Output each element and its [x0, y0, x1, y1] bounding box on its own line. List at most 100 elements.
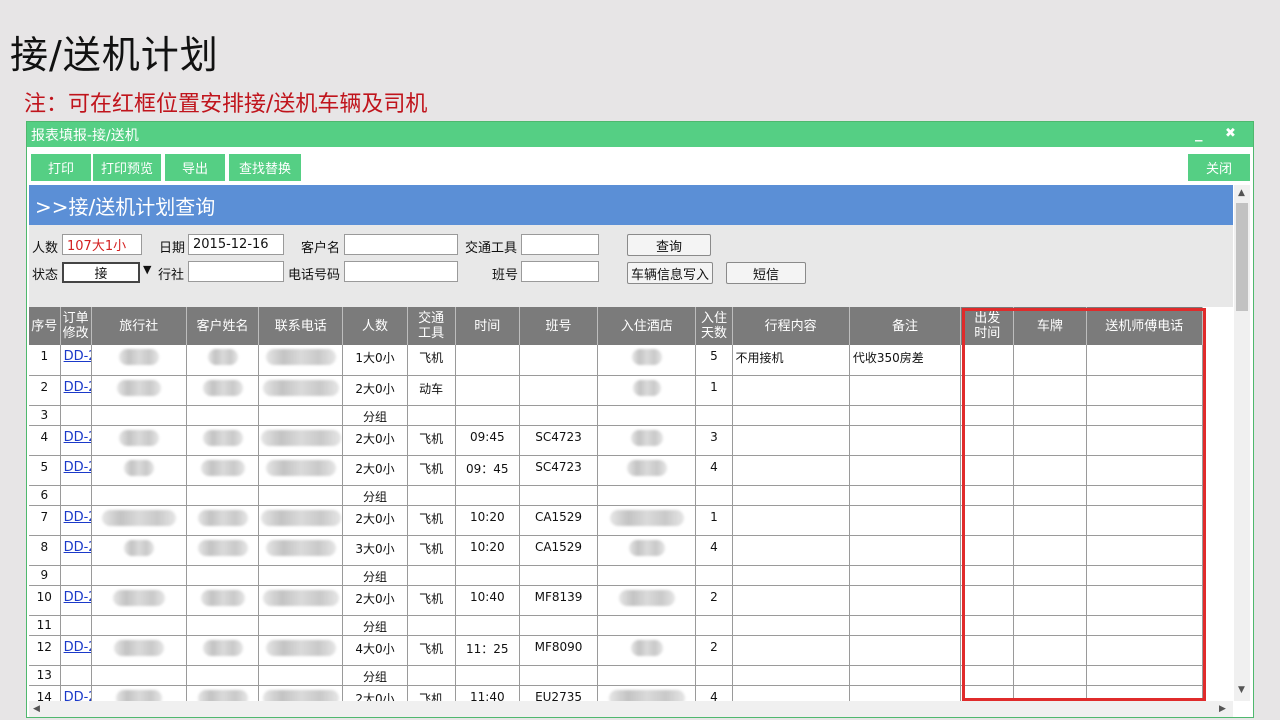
cell-itinerary[interactable] — [732, 375, 850, 406]
cell-driver-phone[interactable] — [1086, 455, 1204, 486]
print-preview-button[interactable]: 打印预览 — [93, 154, 161, 181]
header-customer[interactable]: 客户姓名 — [186, 307, 260, 345]
cell-remark[interactable] — [849, 685, 962, 701]
cell-remark[interactable] — [849, 535, 962, 566]
customer-field[interactable] — [344, 234, 458, 255]
cell-depart-time[interactable] — [960, 375, 1015, 406]
header-days[interactable]: 入住 天数 — [695, 307, 733, 345]
date-field[interactable]: 2015-12-16 — [188, 234, 284, 255]
horizontal-scrollbar[interactable]: ◀ ▶ — [29, 701, 1233, 717]
cell-agency[interactable] — [91, 405, 187, 426]
header-people[interactable]: 人数 — [342, 307, 408, 345]
cell-driver-phone[interactable] — [1086, 375, 1204, 406]
header-depart-time[interactable]: 出发 时间 — [960, 307, 1015, 345]
cell-itinerary[interactable] — [732, 635, 850, 666]
scroll-up-icon[interactable]: ▲ — [1238, 188, 1245, 198]
cell-empty[interactable] — [960, 565, 1015, 586]
cell-order[interactable]: DD-2 — [60, 505, 92, 536]
cell-flight[interactable]: MF8139 — [519, 585, 599, 616]
cell-hotel[interactable] — [597, 635, 697, 666]
cell-hotel[interactable] — [597, 685, 697, 701]
cell-flight[interactable] — [519, 375, 599, 406]
cell-group[interactable]: 分组 — [342, 565, 408, 586]
cell-empty[interactable] — [407, 665, 456, 686]
cell-itinerary[interactable] — [732, 425, 850, 456]
cell-remark[interactable] — [849, 425, 962, 456]
cell-time[interactable]: 11：25 — [455, 635, 520, 666]
cell-empty[interactable] — [695, 665, 733, 686]
header-time[interactable]: 时间 — [455, 307, 520, 345]
header-itinerary[interactable]: 行程内容 — [732, 307, 850, 345]
vehicle-info-write-button[interactable]: 车辆信息写入 — [627, 262, 713, 284]
group-row[interactable]: 3 分组 — [29, 405, 1204, 426]
cell-group[interactable]: 分组 — [342, 405, 408, 426]
cell-agency[interactable] — [91, 425, 187, 456]
header-transport[interactable]: 交通 工具 — [407, 307, 456, 345]
cell-empty[interactable] — [960, 665, 1015, 686]
cell-plate[interactable] — [1013, 635, 1087, 666]
cell-empty[interactable] — [695, 565, 733, 586]
cell-seq[interactable]: 3 — [29, 405, 61, 426]
cell-people[interactable]: 3大0小 — [342, 535, 408, 566]
cell-people[interactable]: 2大0小 — [342, 375, 408, 406]
cell-phone[interactable] — [258, 665, 344, 686]
cell-order[interactable]: DD-2 — [60, 425, 92, 456]
cell-flight[interactable]: CA1529 — [519, 535, 599, 566]
header-order[interactable]: 订单 修改 — [60, 307, 92, 345]
cell-plate[interactable] — [1013, 685, 1087, 701]
cell-phone[interactable] — [258, 375, 344, 406]
cell-customer[interactable] — [186, 585, 260, 616]
cell-depart-time[interactable] — [960, 345, 1015, 376]
cell-order[interactable] — [60, 485, 92, 506]
cell-plate[interactable] — [1013, 425, 1087, 456]
cell-seq[interactable]: 6 — [29, 485, 61, 506]
cell-order[interactable]: DD-2 — [60, 635, 92, 666]
table-row[interactable]: 2DD-2 2大0小动车 1 — [29, 375, 1204, 406]
cell-transport[interactable]: 飞机 — [407, 585, 456, 616]
cell-phone[interactable] — [258, 685, 344, 701]
cell-time[interactable]: 10:40 — [455, 585, 520, 616]
cell-time[interactable]: 09：45 — [455, 455, 520, 486]
table-row[interactable]: 4DD-2 2大0小飞机09:45SC4723 3 — [29, 425, 1204, 456]
cell-order[interactable]: DD-2 — [60, 345, 92, 376]
cell-plate[interactable] — [1013, 585, 1087, 616]
order-link[interactable]: DD-2 — [64, 540, 91, 555]
cell-flight[interactable]: SC4723 — [519, 425, 599, 456]
cell-hotel[interactable] — [597, 375, 697, 406]
order-link[interactable]: DD-2 — [64, 349, 91, 364]
cell-empty[interactable] — [732, 615, 850, 636]
group-row[interactable]: 6 分组 — [29, 485, 1204, 506]
group-row[interactable]: 9 分组 — [29, 565, 1204, 586]
cell-seq[interactable]: 7 — [29, 505, 61, 536]
cell-empty[interactable] — [597, 405, 697, 426]
cell-phone[interactable] — [258, 405, 344, 426]
cell-transport[interactable]: 飞机 — [407, 505, 456, 536]
cell-empty[interactable] — [732, 565, 850, 586]
cell-days[interactable]: 3 — [695, 425, 733, 456]
cell-itinerary[interactable] — [732, 535, 850, 566]
cell-days[interactable]: 5 — [695, 345, 733, 376]
cell-people[interactable]: 2大0小 — [342, 585, 408, 616]
cell-phone[interactable] — [258, 345, 344, 376]
cell-empty[interactable] — [1013, 485, 1087, 506]
cell-empty[interactable] — [695, 615, 733, 636]
minimize-icon[interactable]: _ — [1195, 124, 1203, 142]
cell-empty[interactable] — [597, 615, 697, 636]
cell-seq[interactable]: 2 — [29, 375, 61, 406]
cell-agency[interactable] — [91, 665, 187, 686]
cell-depart-time[interactable] — [960, 455, 1015, 486]
cell-agency[interactable] — [91, 345, 187, 376]
cell-empty[interactable] — [455, 565, 520, 586]
cell-seq[interactable]: 13 — [29, 665, 61, 686]
cell-transport[interactable]: 飞机 — [407, 635, 456, 666]
cell-empty[interactable] — [1086, 565, 1204, 586]
order-link[interactable]: DD-2 — [64, 460, 91, 475]
cell-time[interactable] — [455, 345, 520, 376]
cell-transport[interactable]: 动车 — [407, 375, 456, 406]
cell-empty[interactable] — [1086, 665, 1204, 686]
table-row[interactable]: 10DD-2 2大0小飞机10:40MF8139 2 — [29, 585, 1204, 616]
export-button[interactable]: 导出 — [165, 154, 225, 181]
people-field[interactable]: 107大1小 — [62, 234, 142, 255]
header-seq[interactable]: 序号 — [29, 307, 61, 345]
cell-customer[interactable] — [186, 375, 260, 406]
